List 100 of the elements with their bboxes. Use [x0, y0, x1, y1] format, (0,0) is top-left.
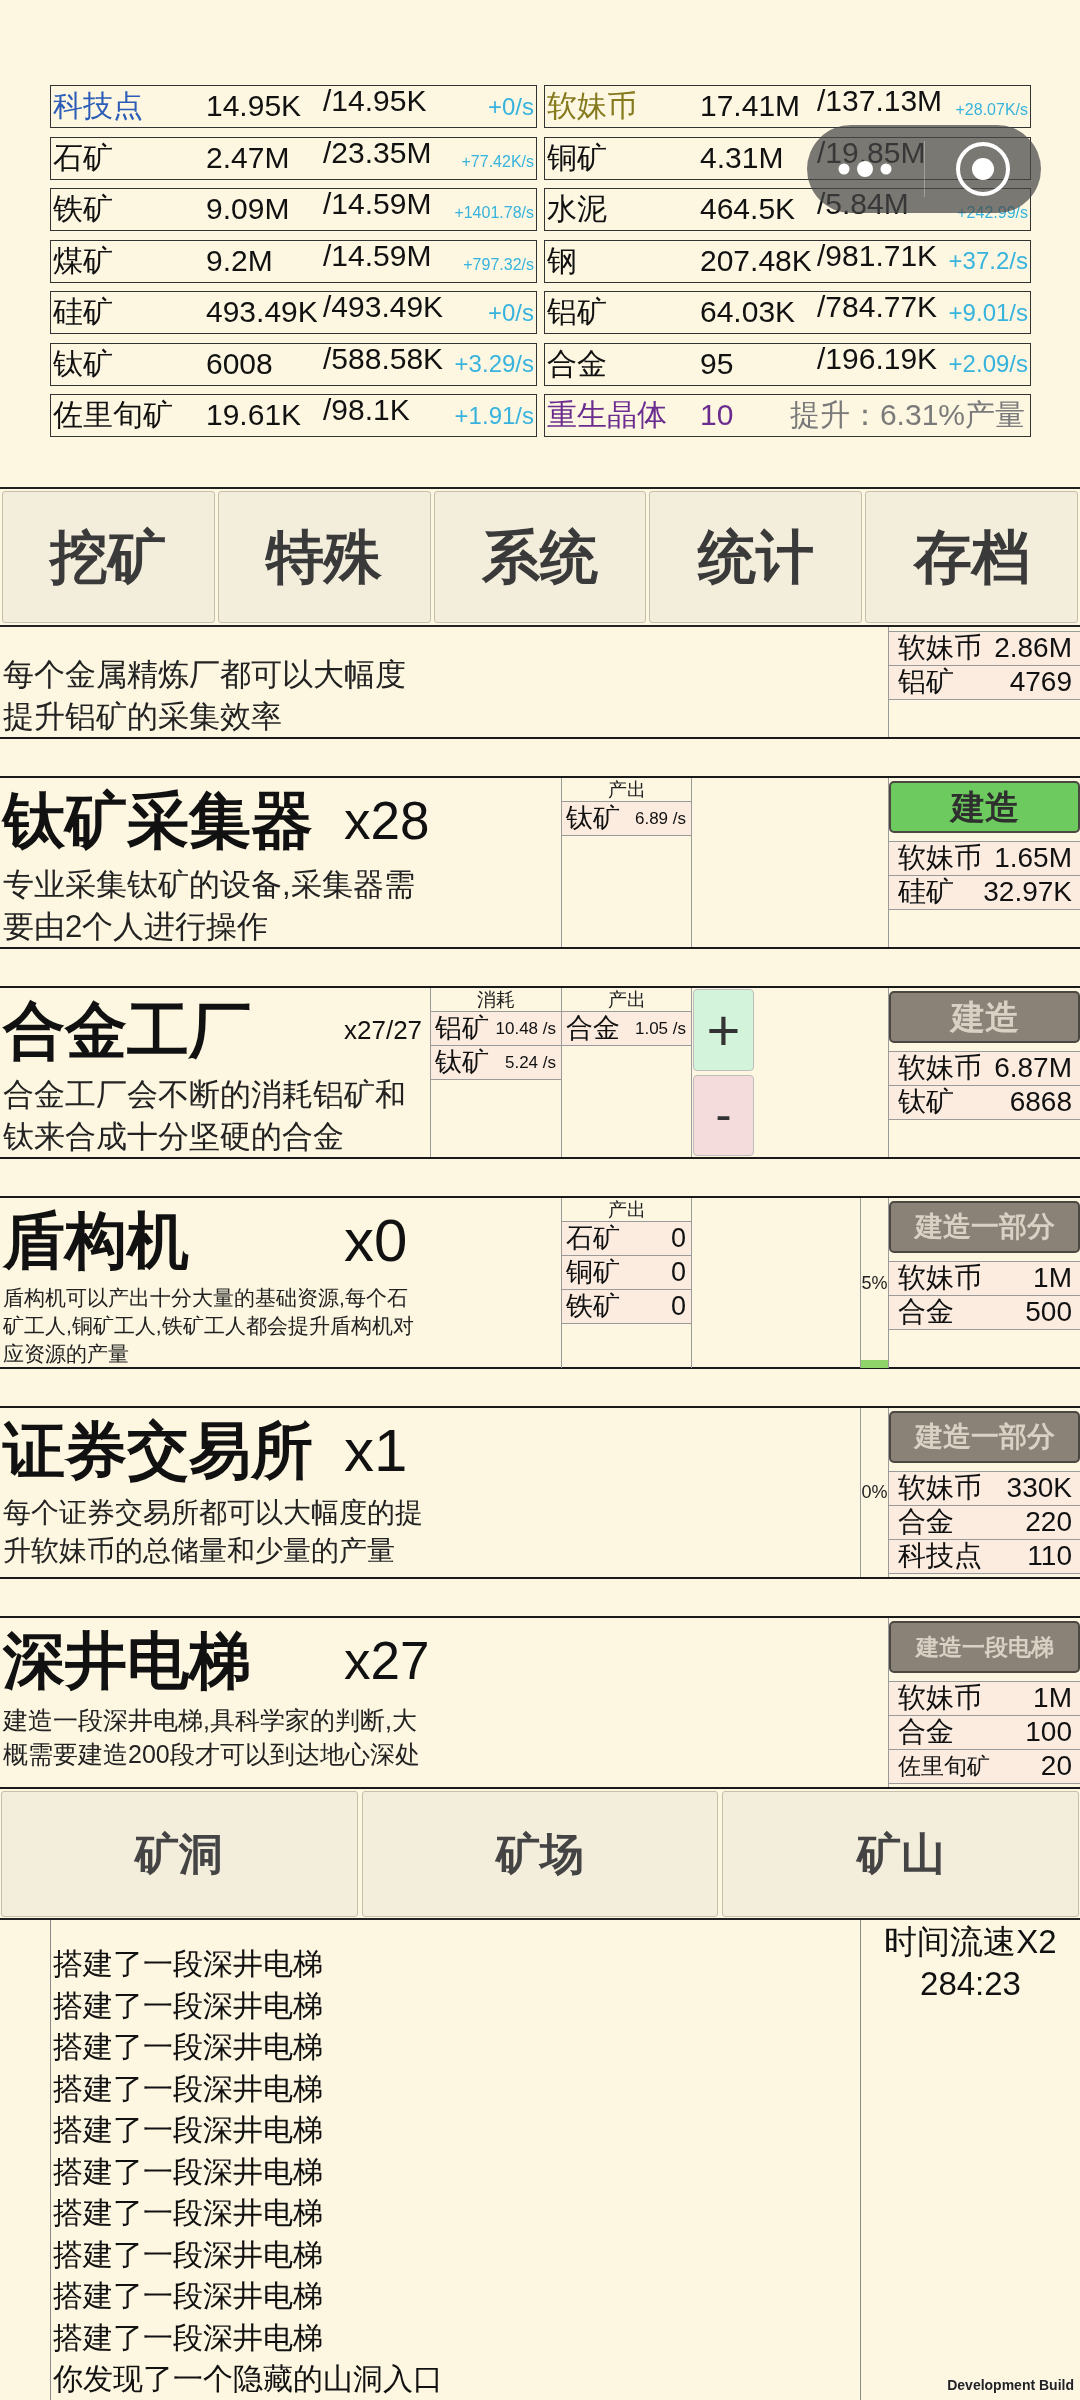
resource-amount: 9.09M: [206, 192, 291, 227]
cost-amount: 1.65M: [994, 842, 1072, 875]
resource-capacity: /981.71K: [817, 241, 938, 269]
cost-name: 软妹币: [898, 1472, 982, 1505]
cost-name: 佐里旬矿: [898, 1753, 990, 1780]
cost-amount: 220: [1025, 1506, 1072, 1539]
log-line: 搭建了一段深井电梯: [52, 1987, 323, 2024]
cost-name: 软妹币: [898, 1682, 982, 1715]
resource-capacity: /23.35M: [323, 138, 432, 166]
section-tab[interactable]: 矿洞: [1, 1791, 358, 1917]
cost-amount: 1M: [1033, 1682, 1072, 1715]
resource-capacity: /196.19K: [817, 344, 938, 372]
log-line: 你发现了一个隐藏的山洞入口: [52, 2361, 443, 2397]
cost-name: 软妹币: [898, 632, 982, 665]
resource-capacity: /14.95K: [323, 87, 427, 114]
tab[interactable]: 系统: [433, 491, 647, 623]
flow-value: 0: [670, 1290, 686, 1322]
flow-value: 10.48 /s: [495, 1018, 556, 1039]
building-count: x0: [344, 1206, 408, 1276]
log-line: 搭建了一段深井电梯: [52, 2278, 323, 2314]
flow-value: 6.89 /s: [634, 808, 686, 829]
building-title: 钛矿采集器: [3, 785, 314, 858]
cost-amount: 100: [1025, 1716, 1072, 1749]
tab[interactable]: 统计: [649, 491, 863, 623]
plus-button[interactable]: +: [693, 989, 754, 1071]
cost-amount: 6.87M: [994, 1052, 1072, 1085]
cost-amount: 330K: [1006, 1472, 1072, 1505]
resource-name: 石矿: [566, 1222, 620, 1254]
resource-name: 铜矿: [547, 140, 608, 176]
log-line: 搭建了一段深井电梯: [52, 1946, 323, 1982]
resource-amount: 207.48K: [700, 243, 813, 279]
timer-text: 284:23: [920, 1964, 1021, 2004]
log-line: 搭建了一段深井电梯: [52, 2029, 323, 2065]
resource-amount: 4.31M: [700, 140, 785, 176]
building-description: 每个金属精炼厂都可以大幅度提升铝矿的采集效率: [3, 656, 407, 736]
resource-amount: 10: [700, 398, 734, 433]
resource-name: 合金: [547, 346, 608, 382]
resource-rate: +0/s: [487, 92, 534, 121]
resource-amount: 14.95K: [206, 89, 303, 124]
building-title: 深井电梯: [3, 1625, 252, 1698]
tab[interactable]: 特殊: [217, 491, 431, 623]
building-count: x27: [344, 1630, 430, 1693]
progress-percent: 0%: [861, 1482, 888, 1503]
cost-name: 合金: [898, 1716, 954, 1749]
tab[interactable]: 挖矿: [2, 491, 215, 623]
building-title: 合金工厂: [3, 995, 252, 1068]
resource-name: 钛矿: [53, 346, 114, 382]
section-tab[interactable]: 矿山: [722, 1791, 1079, 1917]
resource-capacity: /14.59M: [323, 190, 432, 217]
tab[interactable]: 存档: [865, 491, 1078, 623]
minus-button[interactable]: -: [693, 1074, 754, 1157]
resource-rate: +0/s: [487, 298, 534, 327]
resource-rate: +9.01/s: [948, 298, 1028, 327]
resource-name: 钛矿: [435, 1046, 489, 1078]
cost-name: 软妹币: [898, 842, 982, 875]
resource-amount: 9.2M: [206, 243, 274, 279]
log-line: 搭建了一段深井电梯: [52, 2195, 323, 2231]
resource-amount: 6008: [206, 346, 274, 382]
log-line: 搭建了一段深井电梯: [52, 2319, 323, 2356]
building-count: x28: [344, 790, 430, 853]
resource-amount: 464.5K: [700, 192, 797, 227]
cost-amount: 500: [1025, 1296, 1072, 1329]
resource-name: 软妹币: [547, 89, 638, 124]
resource-name: 铁矿: [566, 1290, 620, 1322]
resource-name: 钛矿: [566, 802, 620, 834]
resource-amount: 2.47M: [206, 140, 291, 176]
more-icon[interactable]: [838, 161, 893, 177]
resource-name: 合金: [566, 1012, 620, 1044]
cost-name: 铝矿: [898, 666, 954, 699]
log-line: 搭建了一段深井电梯: [52, 2236, 323, 2273]
building-title: 盾构机: [3, 1205, 190, 1278]
engine-label: Development Build: [947, 2377, 1074, 2394]
resource-name: 科技点: [53, 89, 144, 124]
circle-dot-icon[interactable]: [954, 141, 1011, 197]
build-button[interactable]: 建造: [889, 781, 1080, 833]
building-description: 合金工厂会不断的消耗铝矿和钛来合成十分坚硬的合金: [3, 1076, 407, 1156]
resource-name: 佐里旬矿: [53, 398, 174, 433]
cost-amount: 1M: [1033, 1262, 1072, 1295]
resource-capacity: /493.49K: [323, 293, 444, 320]
cost-amount: 110: [1027, 1540, 1072, 1573]
time-speed-label: 时间流速X2: [884, 1922, 1057, 1962]
building-description: 专业采集钛矿的设备,采集器需要由2个人进行操作: [3, 866, 416, 946]
building-count: x27/27: [344, 1015, 423, 1047]
cost-amount: 32.97K: [983, 876, 1072, 909]
cost-name: 合金: [898, 1296, 954, 1329]
resource-amount: 493.49K: [206, 295, 319, 330]
log-line: 搭建了一段深井电梯: [52, 2153, 323, 2190]
section-tab[interactable]: 矿场: [361, 1791, 719, 1917]
resource-name: 钢: [547, 243, 578, 279]
resource-name: 铝矿: [547, 295, 608, 330]
resource-capacity: /98.1K: [323, 396, 410, 423]
cost-name: 硅矿: [898, 876, 954, 909]
resource-rate: +37.2/s: [948, 247, 1028, 275]
resource-rate: +3.29/s: [454, 350, 534, 378]
resource-rate: +28.07K/s: [955, 101, 1028, 120]
resource-name: 硅矿: [53, 295, 114, 330]
building-description: 盾构机可以产出十分大量的基础资源,每个石矿工人,铜矿工人,铁矿工人都会提升盾构机对应资源的产量: [3, 1285, 415, 1368]
flow-value: 1.05 /s: [634, 1018, 686, 1039]
bonus-note: 提升：6.31%产量: [789, 398, 1025, 433]
resource-capacity: /137.13M: [817, 87, 943, 114]
